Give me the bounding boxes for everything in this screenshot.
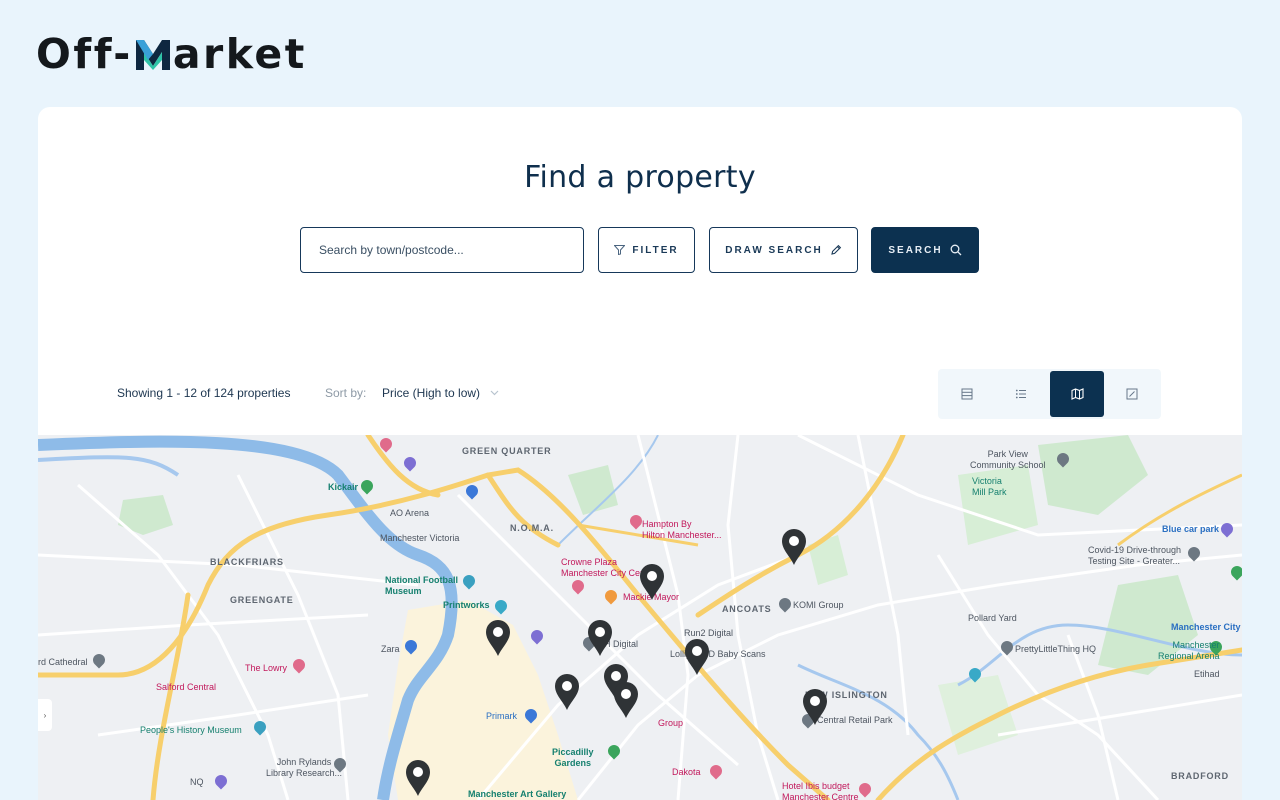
map-label: AO Arena (390, 508, 430, 518)
grid-icon (961, 388, 973, 400)
property-pin-icon[interactable] (638, 563, 666, 601)
map-label: Zara (381, 644, 400, 654)
property-pin-icon[interactable] (586, 619, 614, 657)
search-button[interactable]: SEARCH (871, 227, 979, 273)
draw-view-button[interactable] (1105, 371, 1159, 417)
map-view-button[interactable] (1050, 371, 1104, 417)
map-side-handle[interactable]: › (38, 699, 52, 731)
sort-value: Price (High to low) (382, 386, 481, 400)
map-label: Manchester Victoria (380, 533, 460, 543)
property-pin-icon[interactable] (553, 673, 581, 711)
map-label: Manchester Regional Arena (1158, 640, 1220, 661)
list-view-button[interactable] (994, 371, 1048, 417)
map-label: National Football Museum (385, 575, 458, 596)
map-label: Manchester City (1171, 622, 1241, 632)
draw-search-label: DRAW SEARCH (725, 244, 823, 256)
filter-button[interactable]: FILTER (598, 227, 695, 273)
property-pin-icon[interactable] (484, 619, 512, 657)
map-label: Victoria Mill Park (972, 476, 1007, 497)
search-input[interactable] (300, 227, 584, 273)
map-label: KOMI Group (793, 600, 844, 610)
map-label: Hotel Ibis budget Manchester Centre (782, 781, 859, 800)
search-button-label: SEARCH (888, 244, 943, 256)
property-pin-icon[interactable] (404, 759, 432, 797)
map-label: Park View Community School (970, 449, 1046, 470)
map-label: Dakota (672, 767, 701, 777)
pencil-icon (831, 244, 841, 255)
map-label: ANCOATS (722, 604, 772, 614)
map-label: Kickair (328, 482, 359, 492)
map-label: People's History Museum (140, 725, 242, 735)
map-label: Hampton By Hilton Manchester... (642, 519, 722, 540)
map-icon (1070, 388, 1084, 400)
property-pin-icon[interactable] (683, 638, 711, 676)
property-pin-icon[interactable] (612, 681, 640, 719)
map-label: BLACKFRIARS (210, 557, 284, 567)
property-pin-icon[interactable] (780, 528, 808, 566)
property-pin-icon[interactable] (801, 688, 829, 726)
map-label: BRADFORD (1171, 771, 1229, 781)
map-label: GREEN QUARTER (462, 446, 552, 456)
logo-m-icon (135, 40, 170, 70)
map-label: Pollard Yard (968, 613, 1017, 623)
logo-text-left: Off- (36, 30, 133, 78)
map-label: NQ (190, 777, 204, 787)
list-icon (1015, 389, 1026, 399)
map-label: Primark (486, 711, 517, 721)
logo-text-right: arket (172, 30, 307, 78)
map-label: Salford Central (156, 682, 217, 692)
page-title: Find a property (524, 160, 756, 195)
map-label: N.O.M.A. (510, 523, 554, 533)
map-label: GREENGATE (230, 595, 294, 605)
draw-search-button[interactable]: DRAW SEARCH (709, 227, 858, 273)
chevron-down-icon (490, 390, 499, 396)
edit-area-icon (1126, 388, 1138, 400)
map-label: Piccadilly Gardens (552, 747, 594, 768)
brand-logo[interactable]: Off- arket (36, 30, 307, 78)
chevron-right-icon: › (43, 710, 47, 720)
map-label: Group (658, 718, 684, 728)
results-summary: Showing 1 - 12 of 124 properties (117, 386, 291, 400)
map-label: PrettyLittleThing HQ (1015, 644, 1097, 654)
map-background (38, 435, 1242, 800)
map-label: John Rylands Library Research... (266, 757, 343, 778)
property-map[interactable]: GREEN QUARTER N.O.M.A. BLACKFRIARS GREEN… (38, 435, 1242, 800)
map-label: Manchester Art Gallery (468, 789, 567, 799)
filter-button-label: FILTER (632, 244, 679, 256)
search-icon (950, 244, 962, 256)
filter-icon (614, 245, 626, 255)
map-label: Blue car park (1162, 524, 1220, 534)
view-toggle (938, 369, 1161, 419)
sort-label: Sort by: (325, 386, 367, 400)
map-label: The Lowry (245, 663, 288, 673)
map-label: Printworks (443, 600, 490, 610)
sort-select[interactable]: Price (High to low) (382, 386, 499, 400)
map-label: rd Cathedral (38, 657, 88, 667)
map-label: Etihad (1194, 669, 1220, 679)
map-label: Covid-19 Drive-through Testing Site - Gr… (1088, 545, 1182, 566)
grid-view-button[interactable] (940, 371, 994, 417)
